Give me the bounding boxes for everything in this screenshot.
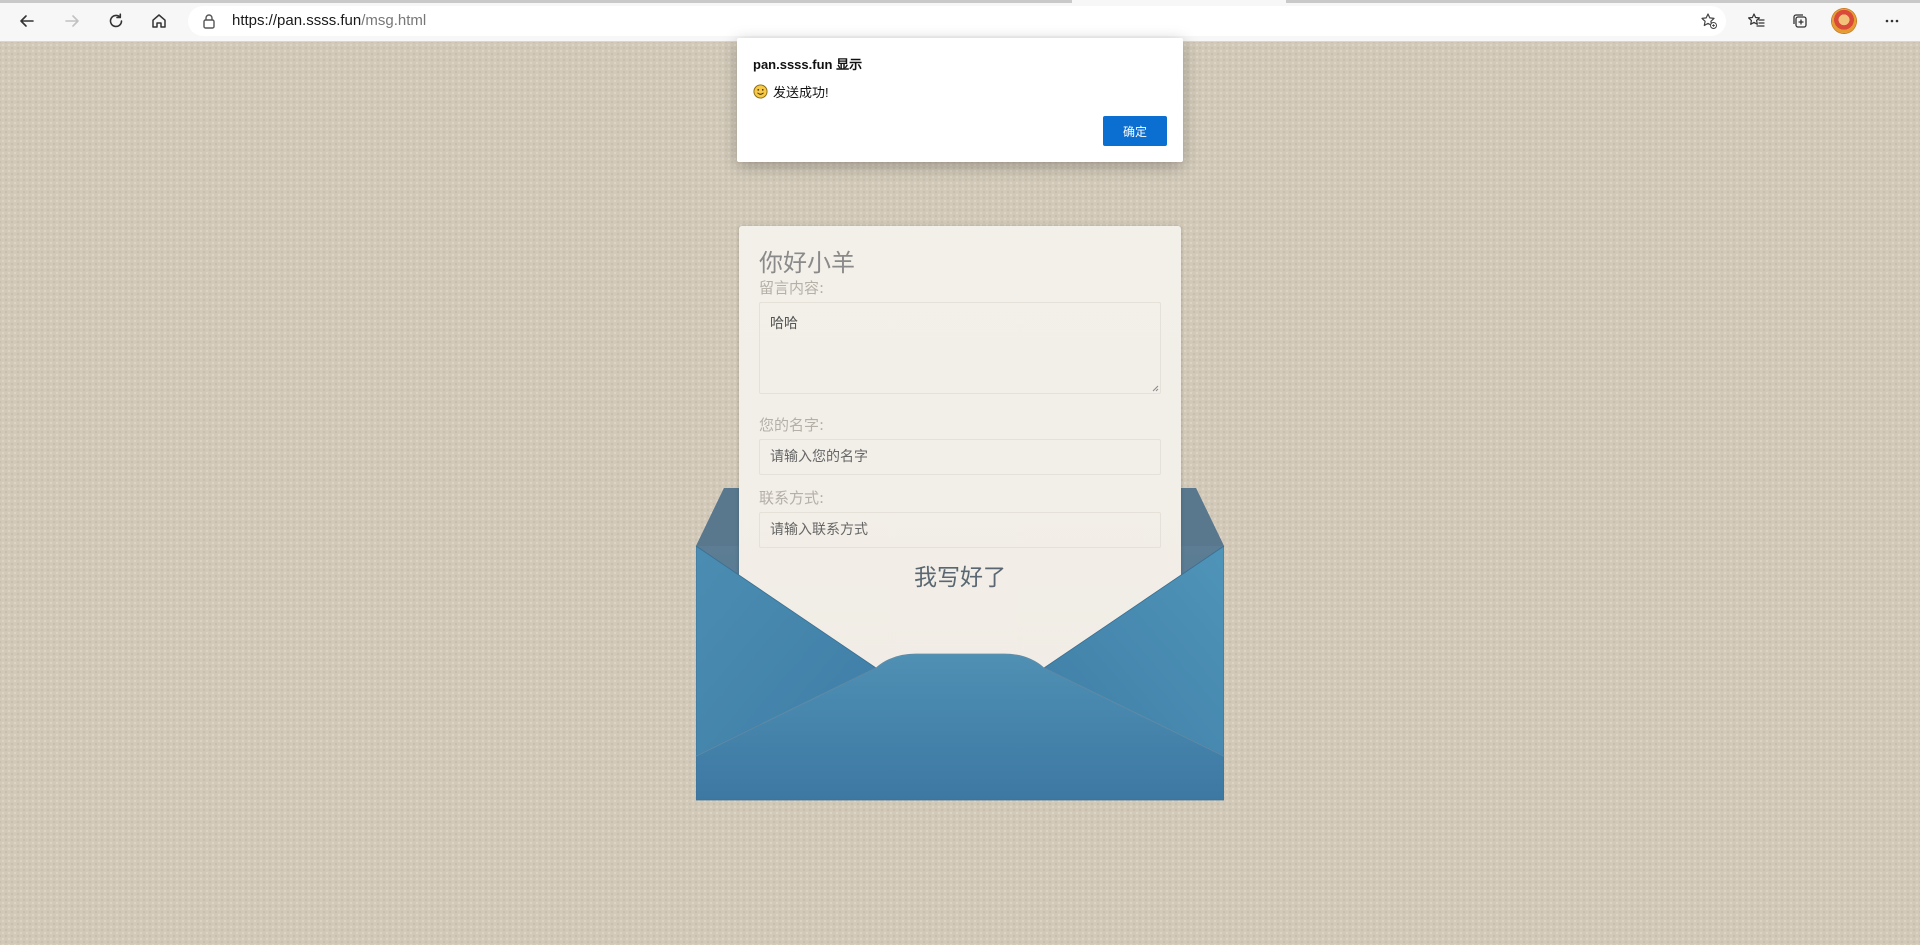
submit-button[interactable]: 我写好了: [759, 564, 1161, 592]
tab-strip-indicator: [0, 0, 1072, 3]
letter-title: 你好小羊: [759, 249, 855, 277]
address-bar[interactable]: https://pan.ssss.fun/msg.html: [188, 6, 1726, 36]
forward-icon: [65, 15, 79, 27]
url-host: https://pan.ssss.fun: [232, 12, 362, 29]
profile-avatar[interactable]: [1832, 9, 1856, 33]
alert-dialog: pan.ssss.fun 显示 发送成功! 确定: [737, 38, 1183, 162]
dialog-title: pan.ssss.fun 显示: [753, 57, 863, 72]
letter-form: 你好小羊 留言内容: 哈哈 您的名字: 请输入您的名字 联系方式: 请输入联系方…: [739, 226, 1181, 696]
add-favorite-button[interactable]: [1698, 10, 1720, 32]
home-icon: [152, 14, 166, 28]
contact-label: 联系方式:: [759, 489, 825, 507]
smiley-icon: [753, 84, 768, 99]
name-placeholder: 请输入您的名字: [770, 449, 868, 465]
url-text[interactable]: https://pan.ssss.fun/msg.html: [232, 12, 426, 30]
contact-placeholder: 请输入联系方式: [770, 522, 868, 538]
favorites-button[interactable]: [1740, 6, 1772, 36]
envelope: 你好小羊 留言内容: 哈哈 您的名字: 请输入您的名字 联系方式: 请输入联系方…: [696, 226, 1224, 802]
forward-button[interactable]: [56, 6, 88, 36]
message-label: 留言内容:: [759, 279, 825, 297]
resize-grip-icon[interactable]: [1151, 384, 1159, 392]
home-button[interactable]: [143, 6, 175, 36]
message-textarea[interactable]: 哈哈: [759, 302, 1161, 394]
message-value: 哈哈: [770, 316, 798, 332]
refresh-icon: [109, 13, 123, 28]
collections-icon: [1793, 14, 1807, 28]
dialog-message-text: 发送成功!: [773, 85, 829, 100]
tab-strip-indicator: [1286, 0, 1920, 3]
refresh-button[interactable]: [100, 6, 132, 36]
url-path: /msg.html: [361, 12, 427, 29]
favorites-icon: [1748, 13, 1765, 27]
dialog-message: 发送成功!: [753, 82, 829, 101]
lock-icon[interactable]: [200, 12, 218, 30]
back-icon: [20, 15, 34, 27]
contact-input[interactable]: 请输入联系方式: [759, 512, 1161, 548]
more-button[interactable]: [1876, 6, 1908, 36]
more-icon: [1885, 19, 1899, 23]
collections-button[interactable]: [1784, 6, 1816, 36]
name-label: 您的名字:: [759, 416, 825, 434]
browser-toolbar: https://pan.ssss.fun/msg.html: [0, 0, 1920, 42]
ok-button[interactable]: 确定: [1103, 116, 1167, 146]
add-favorite-icon: [1701, 13, 1717, 29]
name-input[interactable]: 请输入您的名字: [759, 439, 1161, 475]
back-button[interactable]: [11, 6, 43, 36]
